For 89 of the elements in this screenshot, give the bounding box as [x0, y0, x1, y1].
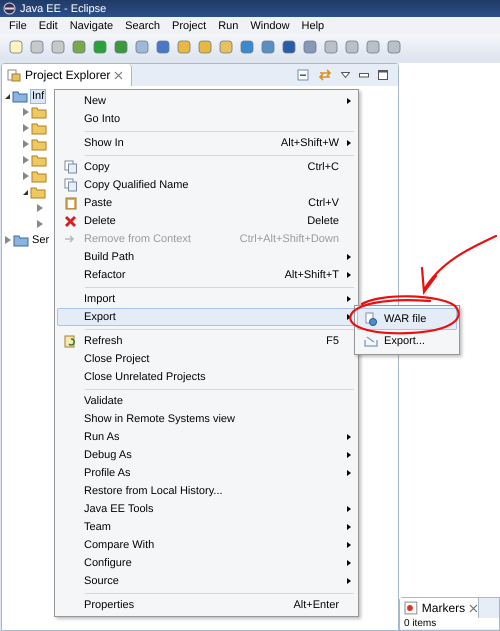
- menu-item[interactable]: Run As: [57, 428, 356, 446]
- menu-item[interactable]: Paste Ctrl+V: [57, 194, 356, 212]
- menu-item[interactable]: Compare With: [57, 536, 356, 554]
- menu-item[interactable]: Close Unrelated Projects: [57, 368, 356, 386]
- link-arrows-icon[interactable]: [318, 69, 332, 81]
- toolbar-icon[interactable]: [177, 40, 191, 54]
- toolbar-icon[interactable]: [51, 40, 65, 54]
- menu-item[interactable]: New: [57, 92, 356, 110]
- toolbar-icon[interactable]: [93, 40, 107, 54]
- folder-icon: [31, 121, 47, 135]
- toolbar-icon[interactable]: [324, 40, 338, 54]
- items-count: 0 items: [400, 618, 499, 629]
- markers-tab[interactable]: Markers: [400, 598, 479, 618]
- menu-item[interactable]: Source: [57, 572, 356, 590]
- toolbar-icon[interactable]: [135, 40, 149, 54]
- menu-item[interactable]: Profile As: [57, 464, 356, 482]
- menu-item[interactable]: Copy Qualified Name: [57, 176, 356, 194]
- menu-item[interactable]: Restore from Local History...: [57, 482, 356, 500]
- tree-toggle-icon[interactable]: [37, 204, 43, 212]
- refresh-icon: [64, 334, 78, 348]
- menu-item[interactable]: Validate: [57, 392, 356, 410]
- menu-item[interactable]: File: [3, 20, 33, 32]
- menu-item[interactable]: Export: [57, 308, 356, 326]
- toolbar-icon[interactable]: [114, 40, 128, 54]
- menu-item[interactable]: Configure: [57, 554, 356, 572]
- menu-item[interactable]: Show In Alt+Shift+W: [57, 134, 356, 152]
- menu-item[interactable]: Search: [119, 20, 166, 32]
- toolbar-icon[interactable]: [9, 40, 23, 54]
- menu-item[interactable]: Project: [166, 20, 212, 32]
- export-icon: [364, 335, 378, 347]
- project-folder-icon: [12, 89, 28, 103]
- toolbar-icon[interactable]: [219, 40, 233, 54]
- menu-item[interactable]: Navigate: [64, 20, 120, 32]
- toolbar-icon[interactable]: [156, 40, 170, 54]
- folder-icon: [31, 153, 47, 167]
- project-explorer-icon: [7, 68, 21, 82]
- delete-icon: [64, 214, 77, 228]
- toolbar-icon[interactable]: [72, 40, 86, 54]
- view-menu-icon[interactable]: [341, 72, 350, 78]
- menu-item[interactable]: Refresh F5: [57, 332, 356, 350]
- menu-item[interactable]: Run: [212, 20, 244, 32]
- close-icon[interactable]: [114, 70, 124, 80]
- window-title: Java EE - Eclipse: [20, 2, 106, 14]
- toolbar-icon[interactable]: [261, 40, 275, 54]
- project-label[interactable]: Inf: [30, 88, 46, 104]
- menu-item[interactable]: Debug As: [57, 446, 356, 464]
- eclipse-logo-icon: [3, 2, 16, 15]
- menu-item[interactable]: Build Path: [57, 248, 356, 266]
- toolbar-icon[interactable]: [366, 40, 380, 54]
- toolbar-icon[interactable]: [282, 40, 296, 54]
- project-explorer-tab[interactable]: Project Explorer: [2, 64, 132, 86]
- menu-item[interactable]: Import: [57, 290, 356, 308]
- war-file-icon: [364, 312, 378, 326]
- remove-icon: [64, 234, 77, 244]
- menu-item[interactable]: Java EE Tools: [57, 500, 356, 518]
- menu-item[interactable]: WAR file: [357, 308, 457, 330]
- menu-item[interactable]: Close Project: [57, 350, 356, 368]
- toolbar-icon[interactable]: [30, 40, 44, 54]
- copy-icon: [64, 160, 78, 174]
- menu-item[interactable]: Delete Delete: [57, 212, 356, 230]
- menu-item[interactable]: Edit: [32, 20, 64, 32]
- toolbar-icon[interactable]: [198, 40, 212, 54]
- copy-icon: [64, 178, 78, 192]
- folder-icon: [31, 169, 47, 183]
- project-folder-icon: [13, 233, 29, 247]
- minimize-icon[interactable]: [359, 72, 369, 78]
- markers-icon: [404, 601, 418, 615]
- menu-item[interactable]: Export...: [357, 330, 457, 352]
- menu-item[interactable]: Team: [57, 518, 356, 536]
- close-icon[interactable]: [469, 604, 478, 612]
- folder-icon: [30, 185, 46, 199]
- menu-item[interactable]: Go Into: [57, 110, 356, 128]
- project-label[interactable]: Ser: [31, 234, 50, 246]
- toolbar-icon[interactable]: [303, 40, 317, 54]
- tree-toggle-icon[interactable]: [37, 220, 43, 228]
- collapse-all-icon[interactable]: [297, 69, 309, 81]
- clipboard-icon: [64, 196, 78, 210]
- folder-icon: [31, 137, 47, 151]
- toolbar-icon[interactable]: [240, 40, 254, 54]
- menu-item[interactable]: Copy Ctrl+C: [57, 158, 356, 176]
- menu-item[interactable]: Refactor Alt+Shift+T: [57, 266, 356, 284]
- menu-item[interactable]: Show in Remote Systems view: [57, 410, 356, 428]
- menu-item[interactable]: Help: [296, 20, 330, 32]
- menu-item[interactable]: Window: [244, 20, 296, 32]
- toolbar-icon[interactable]: [345, 40, 359, 54]
- folder-icon: [31, 105, 47, 119]
- toolbar-icon[interactable]: [387, 40, 401, 54]
- maximize-icon[interactable]: [378, 70, 388, 80]
- menu-item[interactable]: Properties Alt+Enter: [57, 596, 356, 614]
